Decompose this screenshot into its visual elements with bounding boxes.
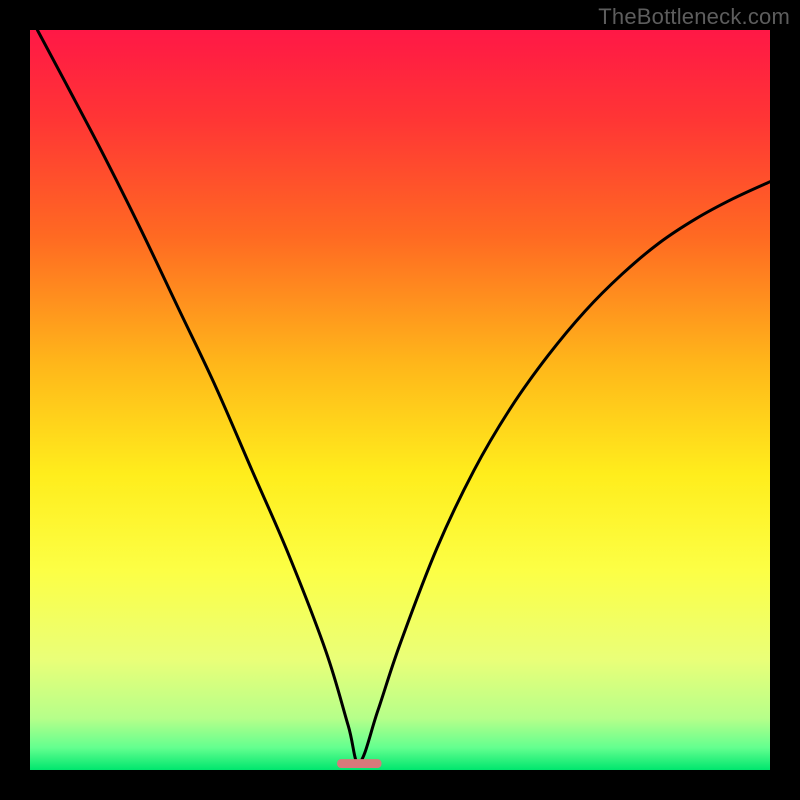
plot-area <box>30 30 770 770</box>
watermark-text: TheBottleneck.com <box>598 4 790 30</box>
minimum-marker <box>337 759 381 768</box>
outer-frame: TheBottleneck.com <box>0 0 800 800</box>
bottleneck-chart <box>30 30 770 770</box>
gradient-background <box>30 30 770 770</box>
